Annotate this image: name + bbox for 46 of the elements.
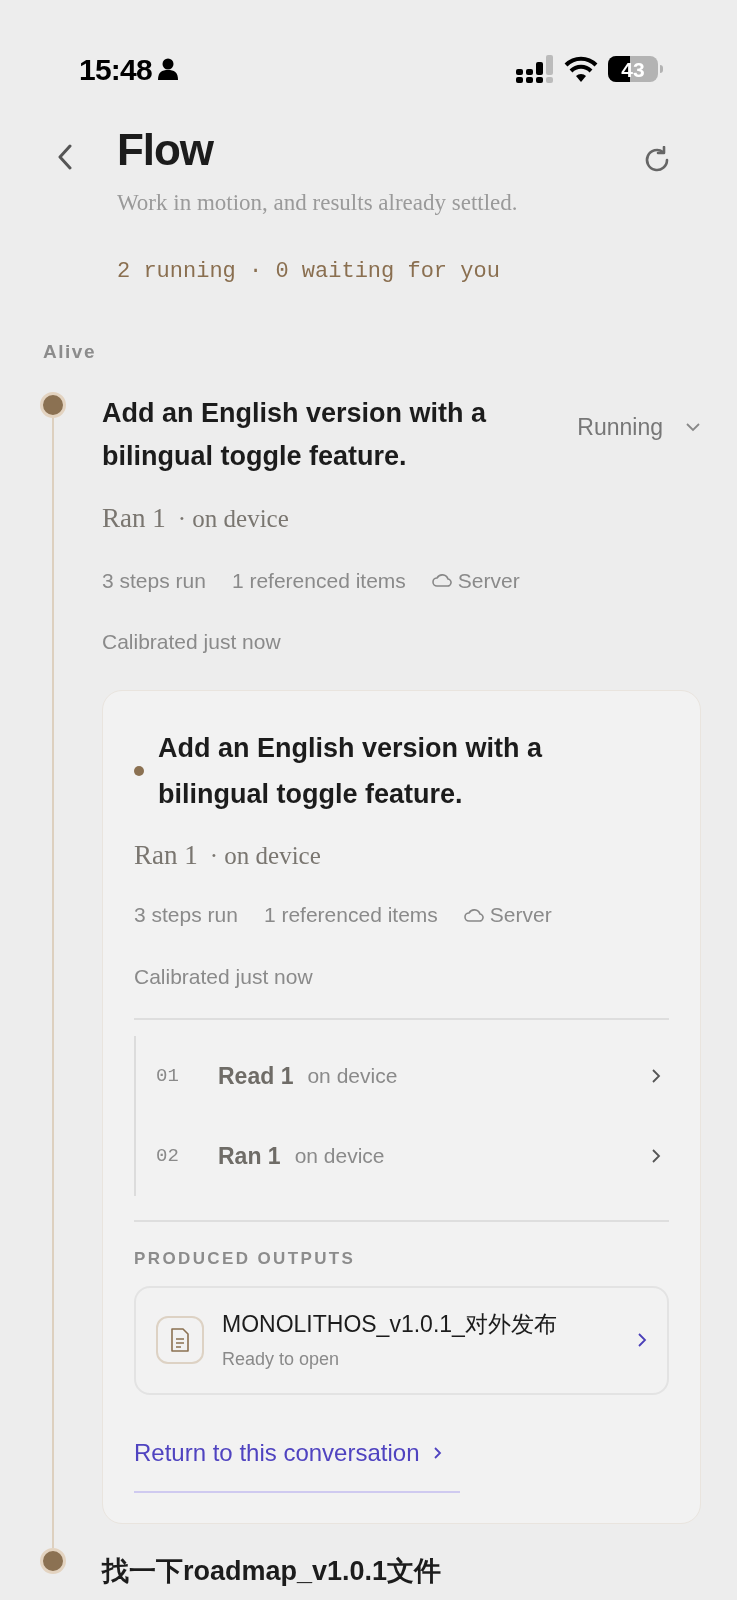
chevron-right-icon bbox=[651, 1148, 661, 1164]
run-count: Ran 1 bbox=[102, 502, 166, 535]
refresh-icon[interactable] bbox=[643, 146, 671, 174]
output-file-name: MONOLITHOS_v1.0.1_对外发布 bbox=[222, 1310, 558, 1340]
meta-text: Server bbox=[457, 567, 520, 594]
run-location: · on device bbox=[177, 504, 289, 534]
meta-text: 1 referenced items bbox=[231, 567, 406, 594]
page-title: Flow bbox=[117, 124, 215, 176]
step-row[interactable]: 02 Ran 1 on device bbox=[134, 1116, 669, 1196]
outputs-heading: PRODUCED OUTPUTS bbox=[134, 1248, 357, 1270]
output-state: Ready to open bbox=[222, 1347, 341, 1371]
output-file-card[interactable]: MONOLITHOS_v1.0.1_对外发布 Ready to open bbox=[134, 1285, 669, 1395]
run-summary: 2 running · 0 waiting for you bbox=[117, 257, 501, 286]
step-number: 01 bbox=[156, 1063, 180, 1089]
meta-text: 1 referenced items bbox=[263, 902, 438, 928]
signal-icon bbox=[516, 55, 554, 83]
status-dropdown[interactable]: Running bbox=[577, 410, 701, 445]
page-subtitle: Work in motion, and results already settled. bbox=[117, 189, 519, 217]
chevron-right-icon bbox=[433, 1445, 443, 1460]
return-link[interactable]: Return to this conversation bbox=[134, 1434, 461, 1493]
step-action: Ran 1 bbox=[218, 1141, 281, 1171]
step-row[interactable]: 01 Read 1 on device bbox=[134, 1036, 669, 1116]
run-location: · on device bbox=[209, 840, 321, 871]
task-title: 找一下roadmap_v1.0.1文件 bbox=[102, 1554, 443, 1588]
person-icon bbox=[158, 58, 178, 80]
meta-text: 3 steps run bbox=[134, 902, 238, 928]
calibrated-time: Calibrated just now bbox=[102, 629, 282, 655]
cloud-icon bbox=[463, 907, 484, 922]
document-icon bbox=[156, 1316, 204, 1364]
cloud-icon bbox=[431, 573, 452, 588]
back-icon[interactable] bbox=[57, 144, 73, 170]
card-title: Add an English version with a bilingual toggle feature. bbox=[158, 731, 544, 811]
step-location: on device bbox=[294, 1143, 386, 1170]
wifi-icon bbox=[564, 56, 598, 82]
step-action: Read 1 bbox=[218, 1061, 294, 1091]
meta-text: Server bbox=[489, 902, 552, 928]
section-label: Alive bbox=[42, 339, 97, 364]
task-title: Add an English version with a bilingual toggle feature. bbox=[102, 397, 488, 473]
chevron-right-icon bbox=[637, 1332, 647, 1348]
calibrated-time: Calibrated just now bbox=[134, 963, 314, 990]
run-count: Ran 1 bbox=[134, 838, 198, 872]
meta-text: 3 steps run bbox=[102, 567, 206, 594]
chevron-right-icon bbox=[651, 1068, 661, 1084]
step-location: on device bbox=[307, 1063, 399, 1090]
step-number: 02 bbox=[156, 1143, 180, 1169]
status-time: 15:48 bbox=[79, 51, 152, 88]
